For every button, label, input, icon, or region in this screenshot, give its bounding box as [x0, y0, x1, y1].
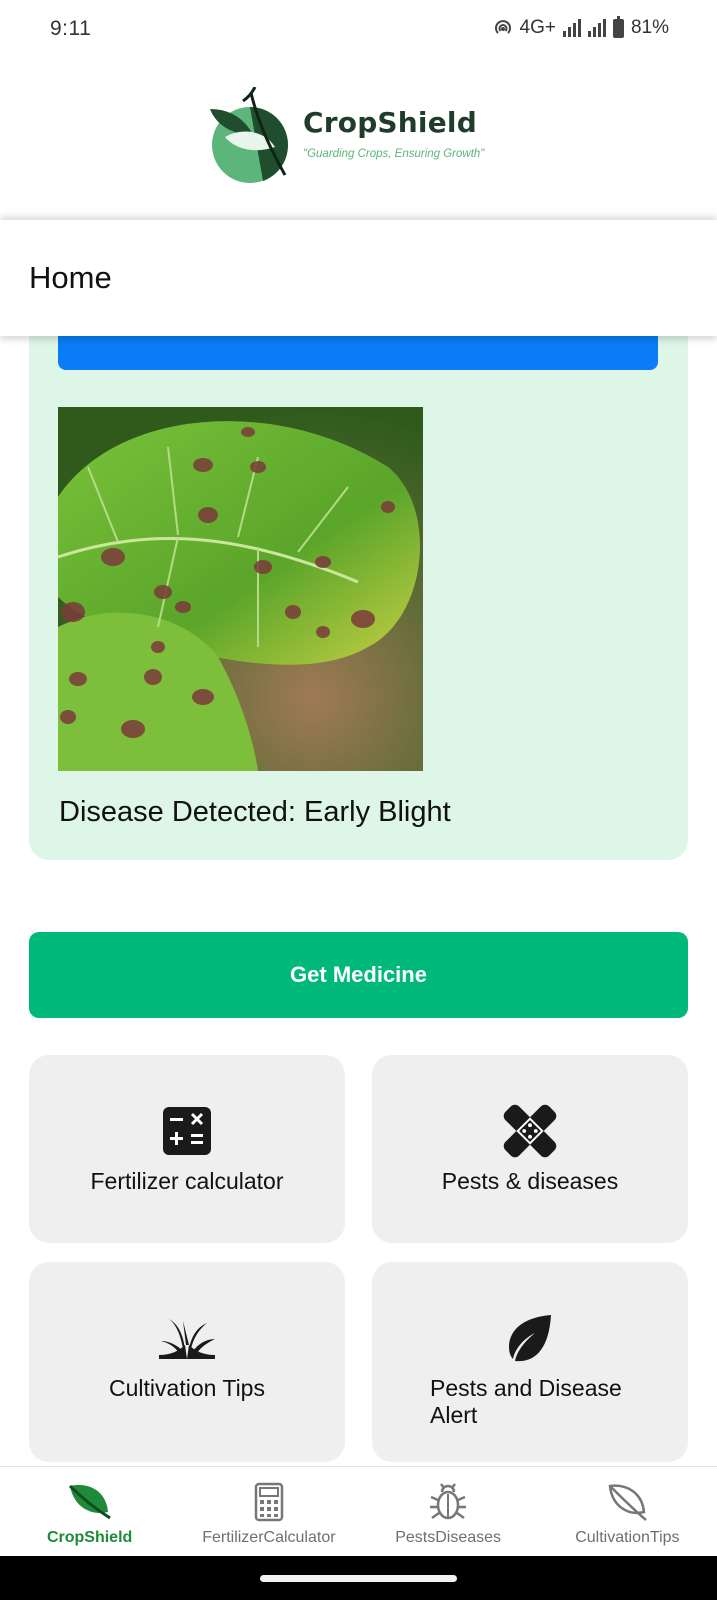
tile-label: Pests and Disease Alert [430, 1375, 622, 1428]
calculator-icon [246, 1481, 292, 1523]
leaf-icon [67, 1481, 113, 1523]
logo-title: CropShield [303, 106, 477, 139]
grass-icon [159, 1310, 215, 1366]
app-logo-header: CropShield "Guarding Crops, Ensuring Gro… [0, 62, 717, 220]
tile-label: Cultivation Tips [109, 1375, 265, 1401]
cropshield-logo-icon [210, 87, 289, 183]
network-type: 4G+ [519, 17, 556, 38]
nav-label: CultivationTips [575, 1529, 680, 1546]
status-icons: 4G+ 81% [493, 15, 669, 39]
nav-item-cultivation-tips[interactable]: CultivationTips [538, 1467, 717, 1556]
tile-fertilizer-calculator[interactable]: Fertilizer calculator [29, 1055, 345, 1243]
tile-label: Pests & diseases [441, 1168, 619, 1194]
logo-tagline: "Guarding Crops, Ensuring Growth" [303, 148, 485, 160]
hotspot-icon [494, 20, 511, 34]
get-medicine-button[interactable]: Get Medicine [29, 932, 688, 1018]
page-title: Home [29, 260, 112, 295]
battery-level: 81% [630, 17, 669, 38]
bottom-navigation: CropShield FertilizerCalculator PestsDis… [0, 1466, 717, 1556]
nav-label: CropShield [46, 1529, 133, 1546]
tile-pests-disease-alert[interactable]: Pests and Disease Alert [372, 1262, 688, 1462]
status-time: 9:11 [50, 17, 92, 40]
status-bar: 9:11 4G+ 81% [0, 0, 717, 62]
signal-icon [587, 19, 606, 37]
nav-label: PestsDiseases [395, 1529, 502, 1546]
tile-label: Fertilizer calculator [90, 1168, 284, 1194]
calculator-icon [159, 1103, 215, 1159]
bandage-icon [502, 1103, 558, 1159]
detection-result-text: Disease Detected: Early Blight [59, 796, 451, 828]
home-gesture-handle[interactable] [260, 1575, 457, 1582]
top-app-bar: Home [0, 220, 717, 336]
bug-icon [425, 1481, 471, 1523]
tile-cultivation-tips[interactable]: Cultivation Tips [29, 1262, 345, 1462]
battery-icon [612, 15, 624, 38]
leaf-icon [502, 1310, 558, 1366]
nav-item-pests-diseases[interactable]: PestsDiseases [359, 1467, 538, 1556]
nav-item-fertilizer-calculator[interactable]: FertilizerCalculator [179, 1467, 358, 1556]
nav-item-cropshield[interactable]: CropShield [0, 1467, 179, 1556]
system-navigation-bar [0, 1556, 717, 1600]
signal-icon [562, 19, 581, 37]
nav-label: FertilizerCalculator [202, 1529, 336, 1546]
leaf-photo [58, 407, 423, 771]
tile-pests-diseases[interactable]: Pests & diseases [372, 1055, 688, 1243]
leaf-outline-icon [604, 1481, 650, 1523]
detection-result-card: Disease Detected: Early Blight [29, 300, 688, 860]
